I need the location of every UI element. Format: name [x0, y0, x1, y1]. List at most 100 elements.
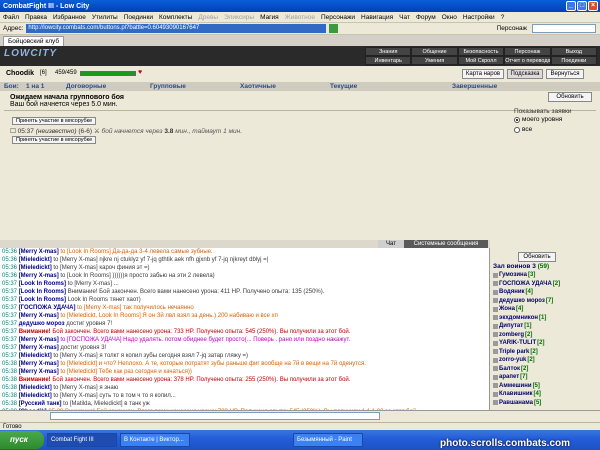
user-name[interactable]: Гумозина [499, 271, 527, 280]
chat-nick[interactable]: Внимание! [19, 329, 51, 335]
user-name[interactable]: Равшанама [499, 399, 533, 408]
player-name[interactable]: Choodik [6, 70, 34, 77]
menu-item[interactable]: Поединки [124, 14, 153, 21]
battle-tab[interactable]: Хаотичные [236, 83, 326, 90]
user-name[interactable]: дедушко мороз [499, 297, 545, 306]
user-info-icon[interactable] [493, 374, 498, 380]
menu-item[interactable]: Чат [399, 14, 410, 21]
top-nav-item[interactable]: Инвентарь [365, 56, 412, 65]
chat-nick[interactable]: [Merry X-mas] [19, 361, 59, 367]
refresh-button[interactable]: Обновить [548, 92, 592, 102]
user-list-item[interactable]: экхдомникон [1] [493, 314, 598, 323]
address-input[interactable]: http://lowcity.combats.com/buttons.pl?ba… [26, 24, 327, 33]
maximize-icon[interactable]: □ [577, 1, 587, 11]
user-info-icon[interactable] [493, 272, 498, 278]
menu-item[interactable]: Навигация [361, 14, 393, 21]
chat-nick[interactable]: [Mieledickt] [19, 265, 52, 271]
chat-nick[interactable]: [Mieledickt] [19, 257, 52, 263]
user-info-icon[interactable] [493, 298, 498, 304]
chat-nick[interactable]: [Mieledickt] [19, 385, 52, 391]
user-list-item[interactable]: zomberg [2] [493, 331, 598, 340]
map-button[interactable]: Карта наров [462, 69, 504, 79]
chat-nick[interactable]: [Look In Rooms] [19, 289, 66, 295]
user-info-icon[interactable] [493, 315, 498, 321]
menu-item[interactable]: ? [501, 14, 505, 21]
battle-tab[interactable]: Договорные [62, 83, 146, 90]
user-info-icon[interactable] [493, 340, 498, 346]
user-name[interactable]: Жона [499, 305, 515, 314]
user-info-icon[interactable] [493, 306, 498, 312]
tab-system-messages[interactable]: Системные сообщения [404, 240, 488, 248]
user-list-item[interactable]: Аммешини [5] [493, 382, 598, 391]
chat-input[interactable] [50, 412, 380, 420]
user-list-item[interactable]: zorro-yuk [2] [493, 356, 598, 365]
battle-tab[interactable]: Групповые [146, 83, 236, 90]
menu-item[interactable]: Комплекты [159, 14, 192, 21]
menu-item[interactable]: Правка [25, 14, 47, 21]
chat-nick[interactable]: [Look In Rooms] [19, 297, 66, 303]
battle-tab[interactable]: Текущие [326, 83, 448, 90]
menu-item[interactable]: Животное [285, 14, 315, 21]
menu-item[interactable]: Окно [442, 14, 457, 21]
chat-nick[interactable]: Внимание! [19, 377, 51, 383]
top-nav-item[interactable]: Знания [365, 47, 412, 56]
user-name[interactable]: zomberg [499, 331, 524, 340]
user-list-item[interactable]: Жона [4] [493, 305, 598, 314]
user-name[interactable]: ГОСПОЖА УДАЧА [499, 280, 552, 289]
radio-icon[interactable] [514, 126, 520, 133]
radio-icon[interactable] [514, 116, 520, 123]
join-battle-button[interactable]: Принять участие в мясорубке [12, 117, 97, 125]
chat-nick[interactable]: дедушко мороз [19, 321, 65, 327]
user-list-item[interactable]: Triple park [2] [493, 348, 598, 357]
menu-item[interactable]: Древы [198, 14, 218, 21]
filter-all[interactable]: все [514, 126, 532, 133]
user-info-icon[interactable] [493, 349, 498, 355]
back-button[interactable]: Вернуться [546, 69, 584, 79]
user-info-icon[interactable] [493, 289, 498, 295]
chat-nick[interactable]: [Merry X-mas] [19, 313, 59, 319]
user-info-icon[interactable] [493, 366, 498, 372]
user-name[interactable]: Аммешини [499, 382, 532, 391]
user-info-icon[interactable] [493, 332, 498, 338]
menu-item[interactable]: Форум [416, 14, 436, 21]
user-info-icon[interactable] [493, 383, 498, 389]
menu-item[interactable]: Файл [3, 14, 19, 21]
join-battle-button[interactable]: Принять участие в мясорубке [12, 136, 97, 144]
user-name[interactable]: YARIK-TULIT [499, 339, 536, 348]
user-name[interactable]: Клавишник [499, 390, 533, 399]
menu-item[interactable]: Персонажи [321, 14, 355, 21]
taskbar-item[interactable]: В Контакте | Виктор... [120, 433, 190, 447]
top-nav-item[interactable]: Умения [411, 56, 458, 65]
user-list-item[interactable]: Дипутат [1] [493, 322, 598, 331]
user-info-icon[interactable] [493, 323, 498, 329]
chat-nick[interactable]: [ГОСПОЖА УДАЧА] [19, 305, 76, 311]
user-info-icon[interactable] [493, 391, 498, 397]
minimize-icon[interactable]: _ [566, 1, 576, 11]
battle-tab[interactable]: 1 на 1 [22, 83, 62, 90]
menu-item[interactable]: Магия [260, 14, 279, 21]
user-info-icon[interactable] [493, 281, 498, 287]
user-list-item[interactable]: Клавишник [4] [493, 390, 598, 399]
menu-item[interactable]: Утилиты [92, 14, 118, 21]
user-list-item[interactable]: дедушко мороз [7] [493, 297, 598, 306]
user-name[interactable]: Triple park [499, 348, 529, 357]
chat-nick[interactable]: [Merry X-mas] [19, 337, 59, 343]
menu-item[interactable]: Настройки [463, 14, 495, 21]
user-list-item[interactable]: Равшанама [5] [493, 399, 598, 408]
top-nav-item[interactable]: Безопасность [457, 47, 505, 56]
chat-nick[interactable]: [Merry X-mas] [19, 369, 59, 375]
checkbox[interactable]: ☐ [10, 128, 16, 135]
chat-log[interactable]: 05:36 [Merry X-mas] to [Look In Rooms] Д… [0, 248, 490, 410]
search-input[interactable] [532, 24, 596, 33]
user-list-item[interactable]: Водяник [4] [493, 288, 598, 297]
user-name[interactable]: экхдомникон [499, 314, 538, 323]
tab-chat[interactable]: Чат [378, 240, 404, 248]
taskbar-item[interactable]: Combat Fight III [47, 433, 117, 447]
top-nav-item[interactable]: Персонаж [504, 47, 551, 56]
top-nav-item[interactable]: Мой Скролл [457, 56, 505, 65]
user-name[interactable]: Водяник [499, 288, 525, 297]
user-list-item[interactable]: арапет [7] [493, 373, 598, 382]
taskbar-item[interactable]: Безымянный - Paint [293, 433, 363, 447]
battle-tab[interactable]: Завершенные [448, 83, 600, 90]
chat-nick[interactable]: [Merry X-mas] [19, 249, 59, 255]
